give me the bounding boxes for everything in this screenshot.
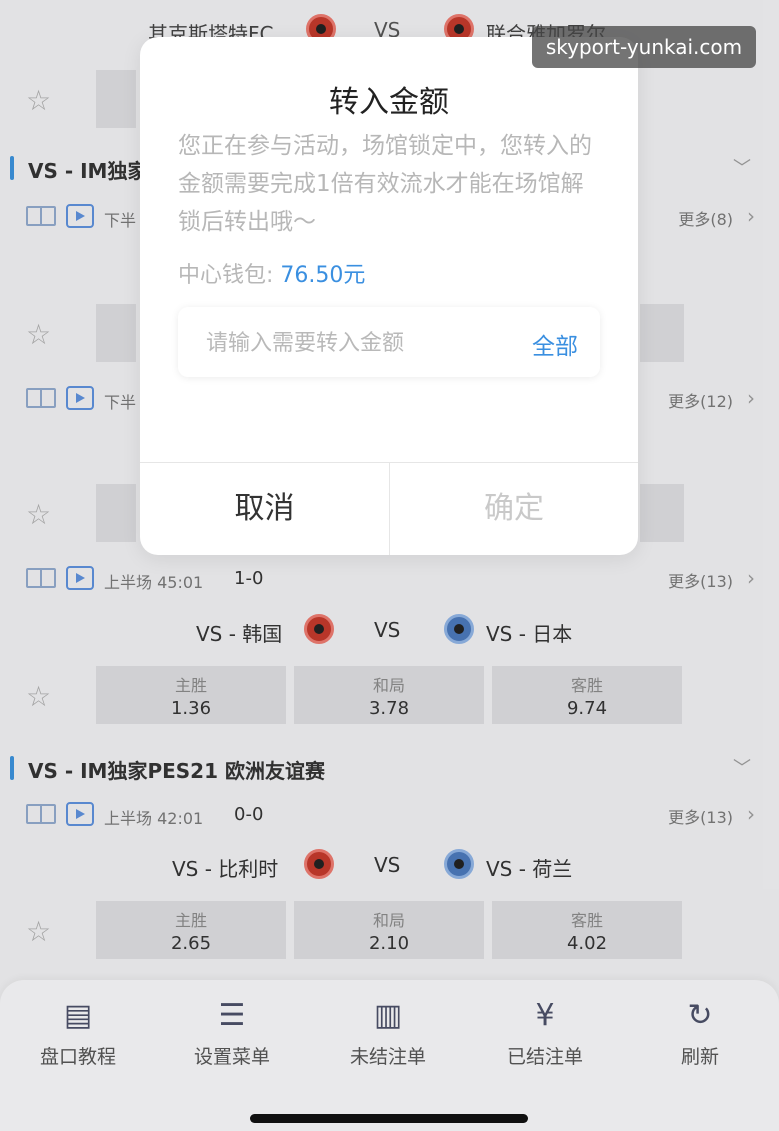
wallet-label: 中心钱包:: [178, 263, 274, 288]
wallet-balance: 中心钱包: 76.50元: [178, 257, 365, 289]
wallet-amount: 76.50元: [280, 263, 366, 288]
modal-message: 您正在参与活动，场馆锁定中，您转入的金额需要完成1倍有效流水才能在场馆解锁后转出…: [178, 133, 592, 235]
all-button[interactable]: 全部: [532, 327, 578, 361]
amount-field: 全部: [178, 307, 600, 377]
watermark: skyport-yunkai.com: [532, 26, 756, 68]
cancel-button[interactable]: 取消: [140, 463, 389, 555]
transfer-modal: 转入金额 您正在参与活动，场馆锁定中，您转入的金额需要完成1倍有效流水才能在场馆…: [140, 37, 638, 555]
modal-title: 转入金额: [329, 85, 449, 120]
confirm-button[interactable]: 确定: [390, 463, 638, 555]
amount-input[interactable]: [204, 325, 498, 361]
